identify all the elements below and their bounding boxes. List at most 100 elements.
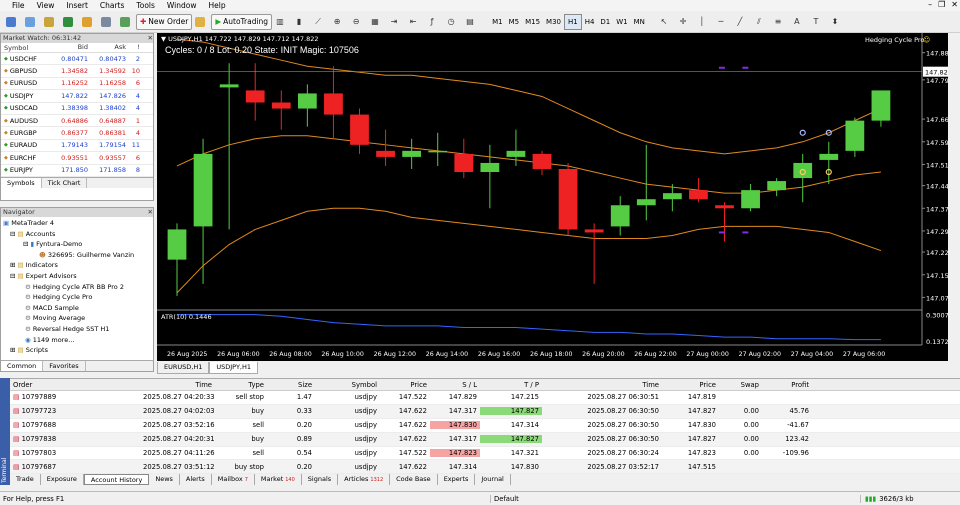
terminal-icon[interactable] — [98, 14, 114, 30]
market-watch-row[interactable]: ◆ EURCHF 0.93551 0.93557 6 — [1, 152, 153, 165]
market-watch-row[interactable]: ◆ EURJPY 171.850 171.858 8 — [1, 165, 153, 177]
menu-insert[interactable]: Insert — [60, 1, 94, 10]
column-header[interactable]: Size — [267, 381, 315, 389]
autotrading-button[interactable]: ▶ AutoTrading — [211, 13, 273, 30]
tree-item-ea[interactable]: ⚙ Hedging Cycle ATR BB Pro 2 — [3, 282, 151, 293]
menu-charts[interactable]: Charts — [94, 1, 131, 10]
tile-windows-icon[interactable]: ▦ — [367, 14, 383, 30]
market-watch-row[interactable]: ◆ AUDUSD 0.64886 0.64887 1 — [1, 115, 153, 128]
timeframe-m15[interactable]: M15 — [522, 14, 543, 30]
tab-chart-usdjpy[interactable]: USDJPY,H1 — [209, 362, 259, 374]
column-header[interactable]: Symbol — [315, 381, 380, 389]
tree-item-ea[interactable]: ⚙ MACD Sample — [3, 303, 151, 314]
market-watch-row[interactable]: ◆ USDCAD 1.38398 1.38402 4 — [1, 103, 153, 115]
market-watch-icon[interactable] — [41, 14, 57, 30]
tree-item-accounts[interactable]: ⊟ ▤ Accounts — [3, 229, 151, 240]
tree-item-server[interactable]: ⊟ ▮ Fyntura-Demo — [3, 239, 151, 250]
horizontal-line-icon[interactable]: ─ — [713, 14, 729, 30]
tree-item-account[interactable]: ☻ 326695: Guilherme Vanzin — [3, 250, 151, 261]
tab-chart-eurusd[interactable]: EURUSD,H1 — [157, 362, 210, 374]
equidistant-channel-icon[interactable]: ⫽ — [751, 14, 767, 30]
market-watch-row[interactable]: ◆ EURGBP 0.86377 0.86381 4 — [1, 127, 153, 140]
market-watch-row[interactable]: ◆ EURUSD 1.16252 1.16258 6 — [1, 78, 153, 91]
tab-articles[interactable]: Articles 1312 — [338, 474, 391, 485]
menu-window[interactable]: Window — [161, 1, 203, 10]
column-header[interactable]: Time — [542, 381, 662, 389]
tab-exposure[interactable]: Exposure — [41, 474, 84, 485]
table-row[interactable]: ▤ 10797838 2025.08.27 04:20:31 buy 0.89 usdj… — [10, 432, 960, 447]
tab-tick-chart[interactable]: Tick Chart — [42, 177, 88, 188]
text-icon[interactable]: A — [789, 14, 805, 30]
data-window-icon[interactable] — [60, 14, 76, 30]
tab-news[interactable]: News — [149, 474, 180, 485]
new-chart-icon[interactable] — [3, 14, 19, 30]
tab-alerts[interactable]: Alerts — [180, 474, 212, 485]
tree-item-scripts[interactable]: ⊞ ▤ Scripts — [3, 345, 151, 356]
column-header[interactable]: Type — [215, 381, 267, 389]
tree-item-experts[interactable]: ⊟ ▤ Expert Advisors — [3, 271, 151, 282]
autoscroll-icon[interactable]: ⇥ — [386, 14, 402, 30]
label-icon[interactable]: T — [808, 14, 824, 30]
column-header[interactable]: Order — [10, 381, 140, 389]
timeframe-mn[interactable]: MN — [631, 14, 648, 30]
line-chart-icon[interactable]: ⟋ — [310, 14, 326, 30]
cursor-icon[interactable]: ↖ — [656, 14, 672, 30]
tree-item-ea[interactable]: ⚙ Moving Average — [3, 313, 151, 324]
table-row[interactable]: ▤ 10797687 2025.08.27 03:51:12 buy stop 0.2… — [10, 460, 960, 475]
tab-mailbox[interactable]: Mailbox 7 — [212, 474, 255, 485]
column-header[interactable]: Price — [380, 381, 430, 389]
templates-icon[interactable]: ▤ — [462, 14, 478, 30]
tab-code-base[interactable]: Code Base — [390, 474, 438, 485]
zoom-in-icon[interactable]: ⊕ — [329, 14, 345, 30]
table-row[interactable]: ▤ 10797889 2025.08.27 04:20:33 sell stop 1.… — [10, 391, 960, 405]
zoom-out-icon[interactable]: ⊖ — [348, 14, 364, 30]
market-watch-row[interactable]: ◆ EURAUD 1.79143 1.79154 11 — [1, 140, 153, 153]
timeframe-m5[interactable]: M5 — [506, 14, 523, 30]
tab-symbols[interactable]: Symbols — [1, 177, 42, 188]
trendline-icon[interactable]: ╱ — [732, 14, 748, 30]
table-row[interactable]: ▤ 10797803 2025.08.27 04:11:26 sell 0.54 usd… — [10, 447, 960, 461]
timeframe-d1[interactable]: D1 — [597, 14, 613, 30]
column-header[interactable]: S / L — [430, 381, 480, 389]
tree-item-ea[interactable]: ⚙ Reversal Hedge SST H1 — [3, 324, 151, 335]
navigator-icon[interactable] — [79, 14, 95, 30]
tab-trade[interactable]: Trade — [10, 474, 41, 485]
tab-account-history[interactable]: Account History — [83, 474, 150, 485]
indicators-icon[interactable]: ƒ — [424, 14, 440, 30]
tab-experts[interactable]: Experts — [438, 474, 476, 485]
chart-shift-icon[interactable]: ⇤ — [405, 14, 421, 30]
vertical-line-icon[interactable]: │ — [694, 14, 710, 30]
column-header[interactable]: Price — [662, 381, 719, 389]
new-order-button[interactable]: ✚ New Order — [136, 13, 193, 30]
tab-signals[interactable]: Signals — [302, 474, 339, 485]
candle-chart-icon[interactable]: ▮ — [291, 14, 307, 30]
menu-help[interactable]: Help — [202, 1, 231, 10]
close-icon[interactable]: ✕ — [951, 0, 958, 9]
bar-chart-icon[interactable]: ▥ — [272, 14, 288, 30]
menu-view[interactable]: View — [31, 1, 61, 10]
restore-icon[interactable]: ❐ — [938, 0, 945, 9]
timeframe-w1[interactable]: W1 — [613, 14, 630, 30]
tester-icon[interactable] — [117, 14, 133, 30]
close-icon[interactable]: ✕ — [148, 208, 153, 217]
timeframe-m1[interactable]: M1 — [489, 14, 506, 30]
periods-icon[interactable]: ◷ — [443, 14, 459, 30]
market-watch-row[interactable]: ◆ GBPUSD 1.34582 1.34592 10 — [1, 65, 153, 78]
menu-file[interactable]: File — [0, 1, 31, 10]
column-header[interactable]: Time — [140, 381, 215, 389]
column-header[interactable]: T / P — [480, 381, 542, 389]
tab-favorites[interactable]: Favorites — [43, 361, 86, 371]
metaeditor-icon[interactable] — [192, 14, 208, 30]
close-icon[interactable]: ✕ — [148, 34, 153, 43]
arrows-icon[interactable]: ⬍ — [827, 14, 843, 30]
fibonacci-icon[interactable]: ≡ — [770, 14, 786, 30]
profiles-icon[interactable] — [22, 14, 38, 30]
tree-item-ea[interactable]: ⚙ Hedging Cycle Pro — [3, 292, 151, 303]
market-watch-row[interactable]: ◆ USDCHF 0.80471 0.80473 2 — [1, 53, 153, 66]
tab-journal[interactable]: Journal — [475, 474, 511, 485]
tab-market[interactable]: Market 140 — [255, 474, 302, 485]
tree-item-root[interactable]: ▣ MetaTrader 4 — [3, 218, 151, 229]
market-watch-row[interactable]: ◆ USDJPY 147.822 147.826 4 — [1, 90, 153, 103]
table-row[interactable]: ▤ 10797688 2025.08.27 03:52:16 sell 0.20 usd… — [10, 419, 960, 433]
price-chart[interactable]: 147.822 147.885 147.795 147.665 147.590 147.5… — [157, 33, 948, 361]
